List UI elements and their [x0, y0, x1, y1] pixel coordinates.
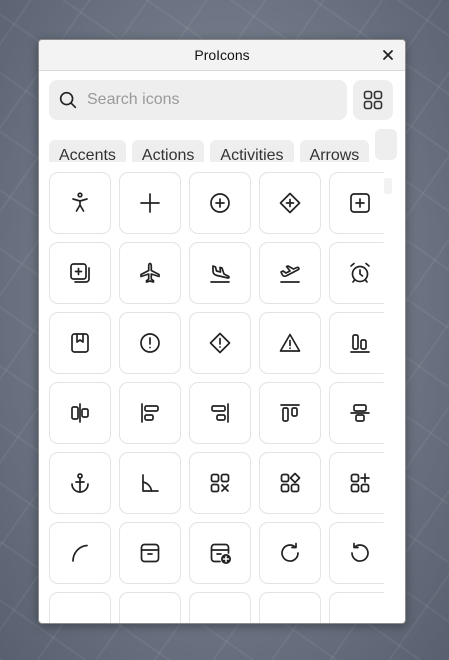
icon-tile-add-circle[interactable] — [189, 172, 251, 234]
icon-tile-archive-add[interactable] — [189, 522, 251, 584]
search-row — [49, 80, 395, 120]
partial-icon — [68, 611, 92, 623]
search-input[interactable] — [87, 80, 337, 120]
partial-icon — [278, 611, 302, 623]
apps-add-icon — [350, 473, 370, 493]
add-icon — [140, 193, 160, 213]
partial-icon — [208, 611, 232, 623]
category-next[interactable] — [375, 129, 398, 160]
icon-tile-add-diamond[interactable] — [259, 172, 321, 234]
icon-tile-align-left[interactable] — [119, 382, 181, 444]
category-activities[interactable]: Activities — [210, 140, 294, 162]
icon-tile-partial[interactable] — [119, 592, 181, 623]
add-square-icon — [350, 193, 370, 213]
category-actions[interactable]: Actions — [131, 140, 205, 162]
icon-tile-align-bottom[interactable] — [329, 312, 384, 374]
icon-tile-add[interactable] — [119, 172, 181, 234]
window-title: ProIcons — [194, 47, 250, 63]
accessibility-icon — [72, 192, 88, 212]
align-left-icon — [141, 403, 159, 423]
icon-tile-anchor[interactable] — [49, 452, 111, 514]
icon-tile-alarm-clock[interactable] — [329, 242, 384, 304]
arrow-counterclockwise-icon — [351, 542, 369, 562]
category-arrows[interactable]: Arrows — [299, 140, 370, 162]
icon-tile-partial[interactable] — [189, 592, 251, 623]
close-icon[interactable] — [381, 48, 395, 62]
icon-tile-add-square-multiple[interactable] — [49, 242, 111, 304]
icon-tile-archive[interactable] — [119, 522, 181, 584]
icon-tile-arrow-clockwise[interactable] — [259, 522, 321, 584]
arc-icon — [72, 544, 88, 562]
icon-tile-partial[interactable] — [329, 592, 384, 623]
category-accents[interactable]: Accents — [49, 140, 126, 162]
icon-tile-arc[interactable] — [49, 522, 111, 584]
title-bar[interactable]: ProIcons — [39, 40, 405, 71]
add-circle-icon — [210, 193, 230, 213]
grid-view-toggle-button[interactable] — [353, 80, 393, 120]
alarm-clock-icon — [350, 262, 370, 283]
proicons-window: ProIcons AccentsActionsActivitiesArrows — [38, 39, 406, 624]
align-vertical-center-icon — [350, 404, 370, 422]
airplane-takeoff-icon — [280, 265, 300, 283]
icon-tile-angle[interactable] — [119, 452, 181, 514]
alert-circle-icon — [140, 333, 160, 353]
icon-tile-align-right[interactable] — [189, 382, 251, 444]
archive-icon — [140, 543, 160, 563]
grid-view-icon — [363, 90, 383, 110]
apps-remove-icon — [210, 473, 230, 493]
icon-tile-partial[interactable] — [259, 592, 321, 623]
align-right-icon — [211, 403, 229, 423]
archive-add-icon — [210, 543, 231, 564]
icon-tile-apps-add[interactable] — [329, 452, 384, 514]
icon-grid — [49, 172, 384, 623]
airplane-landing-icon — [210, 265, 230, 283]
angle-icon — [142, 474, 159, 492]
icon-tile-partial[interactable] — [49, 592, 111, 623]
search-icon — [59, 91, 77, 109]
alert-triangle-icon — [279, 333, 301, 352]
category-tabs: Accents Actions Activities Arrows — [49, 129, 405, 162]
align-horizontal-center-icon — [71, 403, 89, 423]
add-diamond-icon — [279, 192, 301, 214]
airplane-icon — [140, 262, 160, 283]
partial-icon — [138, 611, 162, 623]
align-bottom-icon — [350, 334, 370, 353]
icon-tile-apps[interactable] — [259, 452, 321, 514]
icon-tile-add-square[interactable] — [329, 172, 384, 234]
icon-tile-align-top[interactable] — [259, 382, 321, 444]
icon-tile-accessibility[interactable] — [49, 172, 111, 234]
bookmark-box-icon — [71, 333, 89, 353]
scrollbar-thumb[interactable] — [384, 178, 392, 194]
icon-tile-airplane[interactable] — [119, 242, 181, 304]
icon-tile-bookmark-box[interactable] — [49, 312, 111, 374]
anchor-icon — [71, 473, 89, 493]
icon-tile-alert-triangle[interactable] — [259, 312, 321, 374]
icon-tile-airplane-landing[interactable] — [189, 242, 251, 304]
alert-diamond-icon — [209, 332, 231, 354]
partial-icon — [348, 611, 372, 623]
icon-tile-align-horizontal-center[interactable] — [49, 382, 111, 444]
icon-tile-arrow-counterclockwise[interactable] — [329, 522, 384, 584]
align-top-icon — [280, 404, 300, 422]
arrow-clockwise-icon — [281, 542, 299, 562]
icon-tile-alert-circle[interactable] — [119, 312, 181, 374]
icon-tile-apps-remove[interactable] — [189, 452, 251, 514]
icon-tile-alert-diamond[interactable] — [189, 312, 251, 374]
search-box[interactable] — [49, 80, 347, 120]
icon-tile-align-vertical-center[interactable] — [329, 382, 384, 444]
add-square-multiple-icon — [70, 263, 90, 283]
icon-tile-airplane-takeoff[interactable] — [259, 242, 321, 304]
apps-icon — [280, 472, 301, 493]
